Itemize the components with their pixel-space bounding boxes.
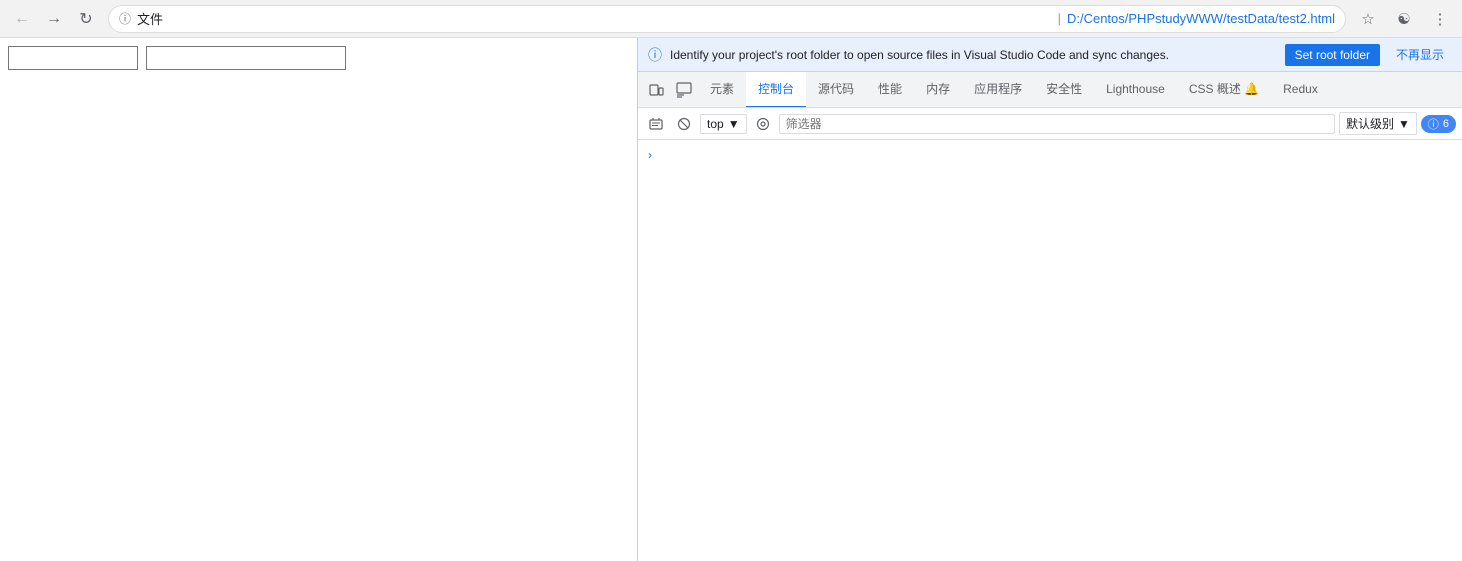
tab-performance[interactable]: 性能 <box>866 72 914 108</box>
chevron-down-icon: ▼ <box>728 117 740 131</box>
address-separator: | <box>1058 11 1061 26</box>
tab-console[interactable]: 控制台 <box>746 72 806 108</box>
info-circle-icon: ⓘ <box>648 45 662 65</box>
console-content: › <box>638 140 1462 561</box>
devtools-tabs-bar: 元素 控制台 源代码 性能 内存 应用程序 安全性 <box>638 72 1462 108</box>
level-selector[interactable]: 默认级别 ▼ <box>1339 112 1417 135</box>
bookmark-button[interactable]: ☆ <box>1354 5 1382 33</box>
devtools-panel: ⓘ Identify your project's root folder to… <box>638 38 1462 561</box>
context-label: top <box>707 117 724 131</box>
chevron-down-icon: ▼ <box>1398 117 1410 131</box>
content-area: ⓘ Identify your project's root folder to… <box>0 38 1462 561</box>
info-bar: ⓘ Identify your project's root folder to… <box>638 38 1462 72</box>
page-input-1[interactable] <box>8 46 138 70</box>
tab-lighthouse[interactable]: Lighthouse <box>1094 72 1177 108</box>
issues-count: 6 <box>1443 118 1449 130</box>
browser-window: ← → ↻ ⓘ 文件 | D:/Centos/PHPstudyWWW/testD… <box>0 0 1462 561</box>
info-bar-text: Identify your project's root folder to o… <box>670 48 1277 62</box>
menu-button[interactable]: ⋮ <box>1426 5 1454 33</box>
page-area <box>0 38 638 561</box>
issues-badge[interactable]: ⓘ 6 <box>1421 115 1456 133</box>
tab-redux[interactable]: Redux <box>1271 72 1330 108</box>
tab-application[interactable]: 应用程序 <box>962 72 1034 108</box>
set-root-button[interactable]: Set root folder <box>1285 44 1380 66</box>
address-file-label: 文件 <box>137 9 1052 28</box>
dismiss-button[interactable]: 不再显示 <box>1388 42 1452 67</box>
extensions-button[interactable]: ☯ <box>1390 5 1418 33</box>
address-path-text: D:/Centos/PHPstudyWWW/testData/test2.htm… <box>1067 11 1335 26</box>
context-selector[interactable]: top ▼ <box>700 114 747 134</box>
forward-button[interactable]: → <box>40 5 68 33</box>
tab-elements[interactable]: 元素 <box>698 72 746 108</box>
address-bar[interactable]: ⓘ 文件 | D:/Centos/PHPstudyWWW/testData/te… <box>108 5 1346 33</box>
console-prompt-arrow[interactable]: › <box>646 144 1454 166</box>
tab-security[interactable]: 安全性 <box>1034 72 1094 108</box>
filter-input[interactable] <box>779 114 1335 134</box>
level-label: 默认级别 <box>1346 115 1394 132</box>
clear-console-button[interactable] <box>644 112 668 136</box>
reload-button[interactable]: ↻ <box>72 5 100 33</box>
block-requests-button[interactable] <box>672 112 696 136</box>
browser-top-bar: ← → ↻ ⓘ 文件 | D:/Centos/PHPstudyWWW/testD… <box>0 0 1462 38</box>
browser-top-right: ☆ ☯ ⋮ <box>1354 5 1454 33</box>
page-input-2[interactable] <box>146 46 346 70</box>
tab-device-toggle[interactable] <box>642 76 670 104</box>
tab-sources[interactable]: 源代码 <box>806 72 866 108</box>
console-toolbar: top ▼ 默认级别 ▼ ⓘ 6 <box>638 108 1462 140</box>
page-inputs <box>8 46 629 70</box>
back-button[interactable]: ← <box>8 5 36 33</box>
tab-cssoverview[interactable]: CSS 概述 🔔 <box>1177 72 1271 108</box>
tab-inspect-button[interactable] <box>670 76 698 104</box>
tab-memory[interactable]: 内存 <box>914 72 962 108</box>
live-expressions-button[interactable] <box>751 112 775 136</box>
info-icon: ⓘ <box>119 10 131 27</box>
issues-icon: ⓘ <box>1428 116 1439 132</box>
